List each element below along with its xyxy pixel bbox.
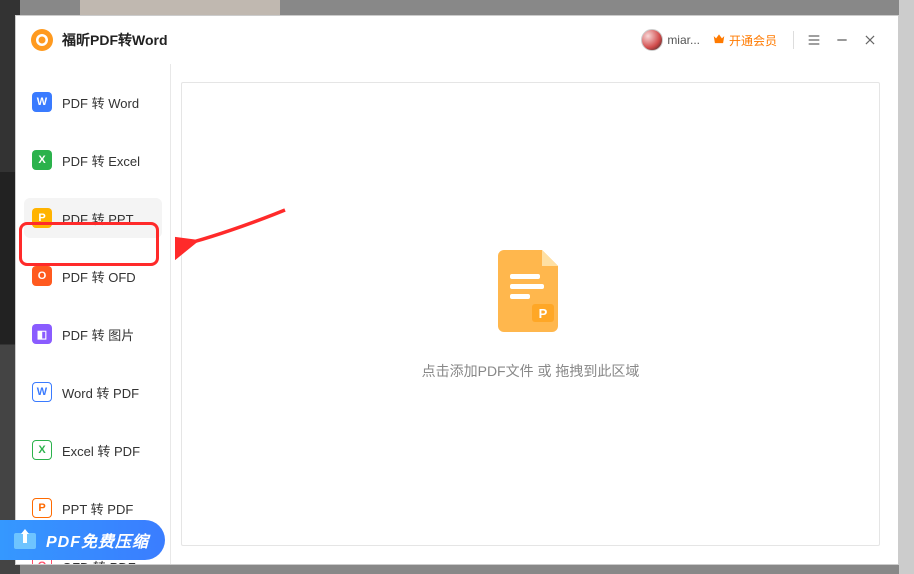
sidebar-item-label: PDF 转 OFD bbox=[62, 267, 136, 286]
window-body: W PDF 转 Word X PDF 转 Excel P PDF 转 PPT O PDF 转 … bbox=[16, 64, 898, 564]
ppt-file-icon: P bbox=[496, 248, 566, 339]
format-icon: ◧ bbox=[32, 324, 52, 344]
drop-zone[interactable]: P 点击添加PDF文件 或 拖拽到此区域 bbox=[181, 82, 880, 546]
main-area: P 点击添加PDF文件 或 拖拽到此区域 bbox=[171, 64, 898, 564]
close-button[interactable] bbox=[856, 26, 884, 54]
titlebar-divider bbox=[793, 31, 794, 49]
format-icon: P bbox=[32, 498, 52, 518]
app-title: 福昕PDF转Word bbox=[62, 30, 168, 50]
app-logo-icon bbox=[30, 28, 54, 52]
promo-pdf-compress-badge[interactable]: PDF免费压缩 bbox=[0, 520, 165, 560]
compress-icon bbox=[10, 525, 40, 555]
sidebar-item-3[interactable]: O PDF 转 OFD bbox=[24, 256, 162, 296]
sidebar-item-label: PDF 转 Excel bbox=[62, 151, 140, 170]
crown-icon bbox=[712, 32, 726, 49]
sidebar-item-0[interactable]: W PDF 转 Word bbox=[24, 82, 162, 122]
sidebar-item-4[interactable]: ◧ PDF 转 图片 bbox=[24, 314, 162, 354]
sidebar-item-label: PDF 转 图片 bbox=[62, 325, 134, 344]
drop-hint-text: 点击添加PDF文件 或 拖拽到此区域 bbox=[422, 361, 640, 381]
sidebar-item-label: PPT 转 PDF bbox=[62, 499, 133, 518]
format-icon: W bbox=[32, 92, 52, 112]
format-icon: X bbox=[32, 440, 52, 460]
sidebar-item-5[interactable]: W Word 转 PDF bbox=[24, 372, 162, 412]
bg-strip-top bbox=[80, 0, 280, 15]
app-window: 福昕PDF转Word miar... 开通会员 W PDF 转 Word X PDF … bbox=[15, 15, 899, 565]
user-avatar[interactable] bbox=[641, 29, 663, 51]
format-icon: O bbox=[32, 266, 52, 286]
sidebar-item-label: PDF 转 PPT bbox=[62, 209, 134, 228]
username-label[interactable]: miar... bbox=[667, 33, 700, 47]
bg-strip-right bbox=[899, 0, 914, 574]
format-icon: W bbox=[32, 382, 52, 402]
sidebar-item-label: PDF 转 Word bbox=[62, 93, 139, 112]
promo-label: PDF免费压缩 bbox=[46, 528, 149, 552]
titlebar: 福昕PDF转Word miar... 开通会员 bbox=[16, 16, 898, 64]
format-icon: P bbox=[32, 208, 52, 228]
svg-text:P: P bbox=[538, 306, 547, 321]
format-icon: X bbox=[32, 150, 52, 170]
upgrade-membership-button[interactable]: 开通会员 bbox=[712, 32, 777, 49]
sidebar-item-2[interactable]: P PDF 转 PPT bbox=[24, 198, 162, 238]
menu-button[interactable] bbox=[800, 26, 828, 54]
sidebar-item-label: Word 转 PDF bbox=[62, 383, 139, 402]
sidebar-item-label: Excel 转 PDF bbox=[62, 441, 140, 460]
minimize-button[interactable] bbox=[828, 26, 856, 54]
sidebar: W PDF 转 Word X PDF 转 Excel P PDF 转 PPT O PDF 转 … bbox=[16, 64, 171, 564]
sidebar-item-1[interactable]: X PDF 转 Excel bbox=[24, 140, 162, 180]
upgrade-label: 开通会员 bbox=[729, 32, 777, 49]
sidebar-item-6[interactable]: X Excel 转 PDF bbox=[24, 430, 162, 470]
